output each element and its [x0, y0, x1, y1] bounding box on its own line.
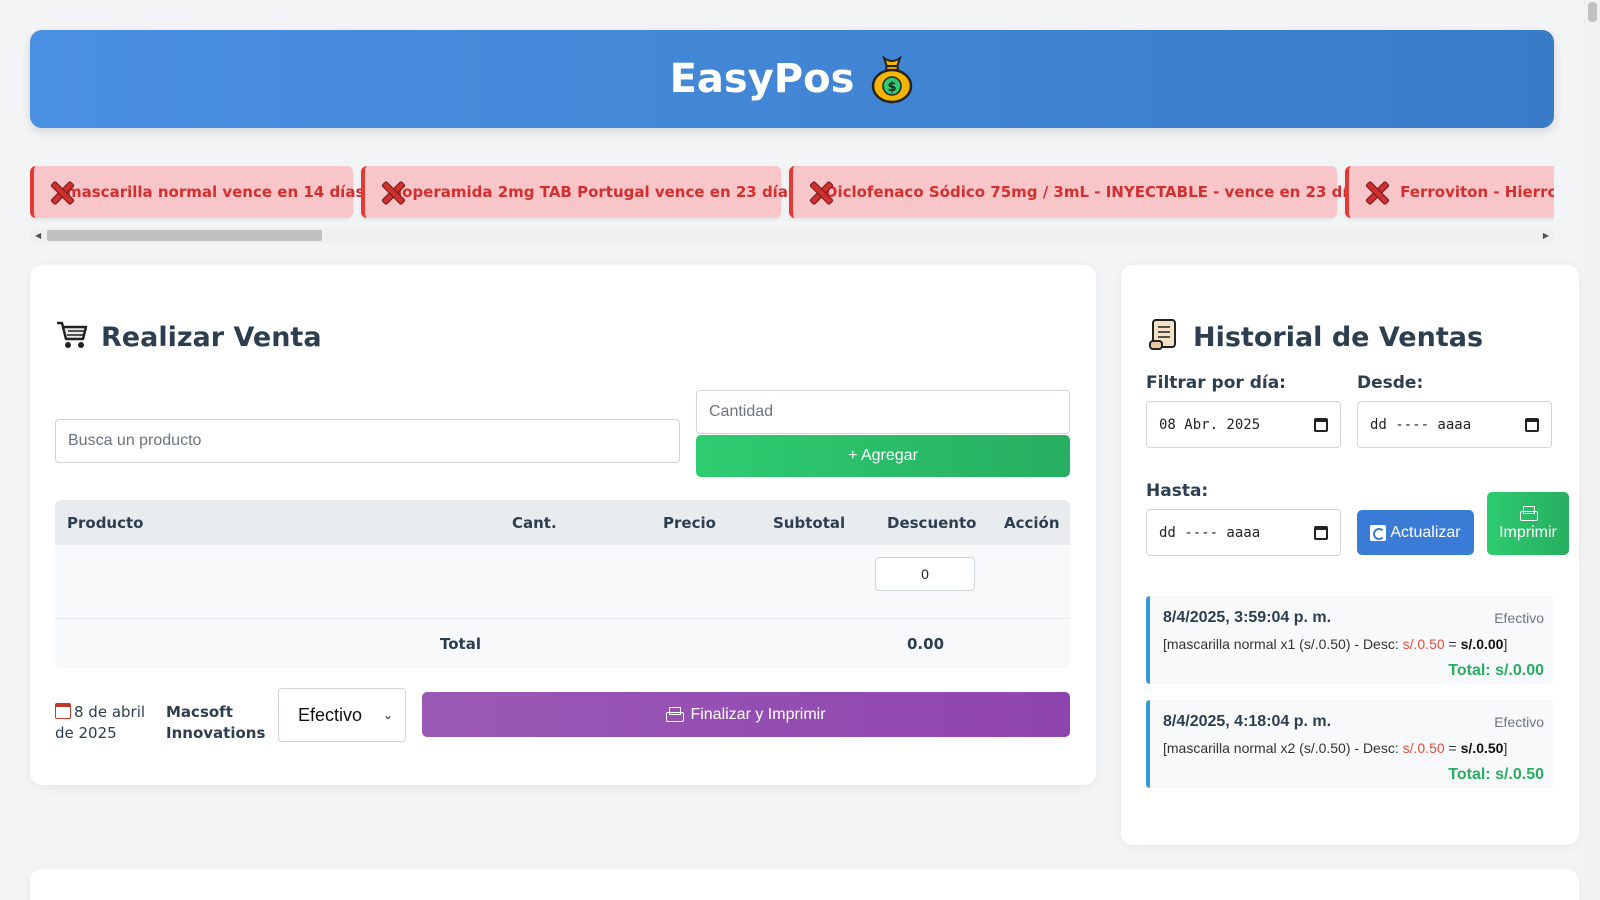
history-title-text: Historial de Ventas	[1193, 322, 1484, 353]
expiry-alerts-strip[interactable]: mascarilla normal vence en 14 días loper…	[30, 166, 1554, 226]
alerts-horizontal-scrollbar[interactable]: ◀ ▶	[30, 228, 1554, 244]
column-header-action: Acción	[1004, 514, 1060, 532]
company-name: Macsoft Innovations	[166, 703, 266, 742]
to-label: Hasta:	[1146, 481, 1209, 501]
expiry-alert: Diclofenaco Sódico 75mg / 3mL - INYECTAB…	[789, 166, 1367, 218]
from-date-input[interactable]: dd ---- aaaa	[1357, 401, 1552, 448]
finalize-print-label: Finalizar y Imprimir	[690, 705, 826, 723]
cart-table: Producto Cant. Precio Subtotal Descuento…	[55, 500, 1070, 668]
refresh-label: Actualizar	[1390, 523, 1461, 541]
entry-payment-method: Efectivo	[1494, 714, 1544, 730]
add-product-button[interactable]: + Agregar	[696, 435, 1070, 477]
sale-panel: Realizar Venta Busca un producto Cantida…	[30, 265, 1096, 785]
entry-total: Total: s/.0.50	[1448, 766, 1544, 783]
entry-total: Total: s/.0.00	[1448, 662, 1544, 679]
entry-equals: =	[1444, 740, 1461, 756]
column-header-discount: Descuento	[887, 514, 977, 532]
app-header: EasyPos $	[30, 30, 1554, 128]
app-title: EasyPos	[669, 56, 855, 102]
scrollbar-thumb[interactable]	[1588, 2, 1597, 22]
print-history-button[interactable]: Imprimir	[1487, 492, 1569, 555]
to-date-value: dd ---- aaaa	[1159, 524, 1261, 541]
refresh-icon	[1370, 524, 1387, 541]
discount-value: 0	[921, 566, 929, 582]
expiry-alert: loperamida 2mg TAB Portugal vence en 23 …	[361, 166, 797, 218]
cart-table-header: Producto Cant. Precio Subtotal Descuento…	[55, 500, 1070, 545]
money-bag-icon: $	[870, 54, 914, 104]
calendar-icon[interactable]	[1525, 417, 1539, 432]
expiry-alert: Ferroviton - Hierro Sulfato vence en 23 …	[1345, 166, 1554, 218]
entry-payment-method: Efectivo	[1494, 610, 1544, 626]
filter-day-date-input[interactable]: 08 Abr. 2025	[1146, 401, 1341, 448]
sales-history-panel: Historial de Ventas Filtrar por día: 08 …	[1121, 265, 1579, 845]
entry-item: [mascarilla normal x1 (s/.0.50) - Desc:	[1163, 636, 1403, 652]
entry-discount: s/.0.50	[1402, 636, 1445, 652]
from-label: Desde:	[1357, 373, 1424, 393]
quantity-input[interactable]: Cantidad	[696, 390, 1070, 434]
entry-timestamp: 8/4/2025, 3:59:04 p. m.	[1163, 609, 1332, 626]
to-date-input[interactable]: dd ---- aaaa	[1146, 509, 1341, 556]
entry-close: ]	[1503, 740, 1508, 756]
bottom-panel	[30, 869, 1579, 900]
svg-text:$: $	[888, 80, 897, 95]
scroll-right-arrow-icon[interactable]: ▶	[1543, 231, 1549, 240]
quantity-placeholder: Cantidad	[709, 403, 774, 420]
add-product-label: + Agregar	[848, 447, 918, 464]
cross-mark-icon	[1365, 181, 1384, 203]
entry-item: [mascarilla normal x2 (s/.0.50) - Desc:	[1163, 740, 1403, 756]
calendar-icon	[55, 703, 71, 719]
sale-history-entry: 8/4/2025, 3:59:04 p. m. Efectivo [mascar…	[1146, 596, 1554, 684]
expiry-alert-text: mascarilla normal vence en 14 días	[66, 183, 365, 201]
discount-input[interactable]: 0	[875, 557, 975, 591]
sale-title-text: Realizar Venta	[101, 322, 322, 353]
expiry-alert-text: Diclofenaco Sódico 75mg / 3mL - INYECTAB…	[825, 183, 1367, 201]
column-header-subtotal: Subtotal	[773, 514, 846, 532]
expiry-alert-text: Ferroviton - Hierro Sulfato vence en 23 …	[1400, 183, 1554, 201]
filter-day-value: 08 Abr. 2025	[1159, 416, 1261, 433]
sale-title: Realizar Venta	[55, 317, 322, 358]
total-label: Total	[440, 635, 481, 653]
payment-method-value: Efectivo	[298, 704, 363, 725]
product-search-placeholder: Busca un producto	[68, 432, 202, 449]
entry-timestamp: 8/4/2025, 4:18:04 p. m.	[1163, 713, 1332, 730]
entry-close: ]	[1503, 636, 1508, 652]
column-header-price: Precio	[663, 514, 716, 532]
calendar-icon[interactable]	[1314, 525, 1328, 540]
entry-detail: [mascarilla normal x1 (s/.0.50) - Desc: …	[1163, 636, 1507, 652]
total-value: 0.00	[907, 635, 945, 653]
refresh-button[interactable]: Actualizar	[1357, 510, 1474, 555]
page-vertical-scrollbar[interactable]	[1584, 0, 1600, 900]
entry-detail: [mascarilla normal x2 (s/.0.50) - Desc: …	[1163, 740, 1507, 756]
filter-day-label: Filtrar por día:	[1146, 373, 1286, 393]
chevron-down-icon: ⌄	[382, 708, 393, 722]
scrollbar-thumb[interactable]	[47, 230, 322, 241]
printer-icon	[1520, 505, 1538, 522]
from-date-value: dd ---- aaaa	[1370, 416, 1472, 433]
finalize-print-button[interactable]: Finalizar y Imprimir	[422, 692, 1070, 737]
product-search-input[interactable]: Busca un producto	[55, 419, 680, 463]
printer-icon	[666, 706, 685, 723]
calendar-icon[interactable]	[1314, 417, 1328, 432]
expiry-alert: mascarilla normal vence en 14 días	[30, 166, 364, 218]
entry-net: s/.0.50	[1460, 740, 1504, 756]
column-header-product: Producto	[67, 514, 144, 532]
history-title: Historial de Ventas	[1147, 317, 1483, 358]
entry-net: s/.0.00	[1460, 636, 1504, 652]
scroll-icon	[1147, 317, 1181, 358]
payment-method-select[interactable]: Efectivo ⌄	[278, 688, 406, 742]
expiry-alert-text: loperamida 2mg TAB Portugal vence en 23 …	[397, 183, 797, 201]
print-history-label: Imprimir	[1499, 523, 1557, 541]
entry-equals: =	[1444, 636, 1461, 652]
sale-history-entry: 8/4/2025, 4:18:04 p. m. Efectivo [mascar…	[1146, 700, 1554, 788]
entry-discount: s/.0.50	[1402, 740, 1445, 756]
sale-date: 8 de abril de 2025	[55, 702, 155, 744]
cart-total-row: Total 0.00	[55, 618, 1070, 668]
scroll-left-arrow-icon[interactable]: ◀	[35, 231, 41, 240]
shopping-cart-icon	[55, 317, 89, 358]
column-header-quantity: Cant.	[512, 514, 557, 532]
